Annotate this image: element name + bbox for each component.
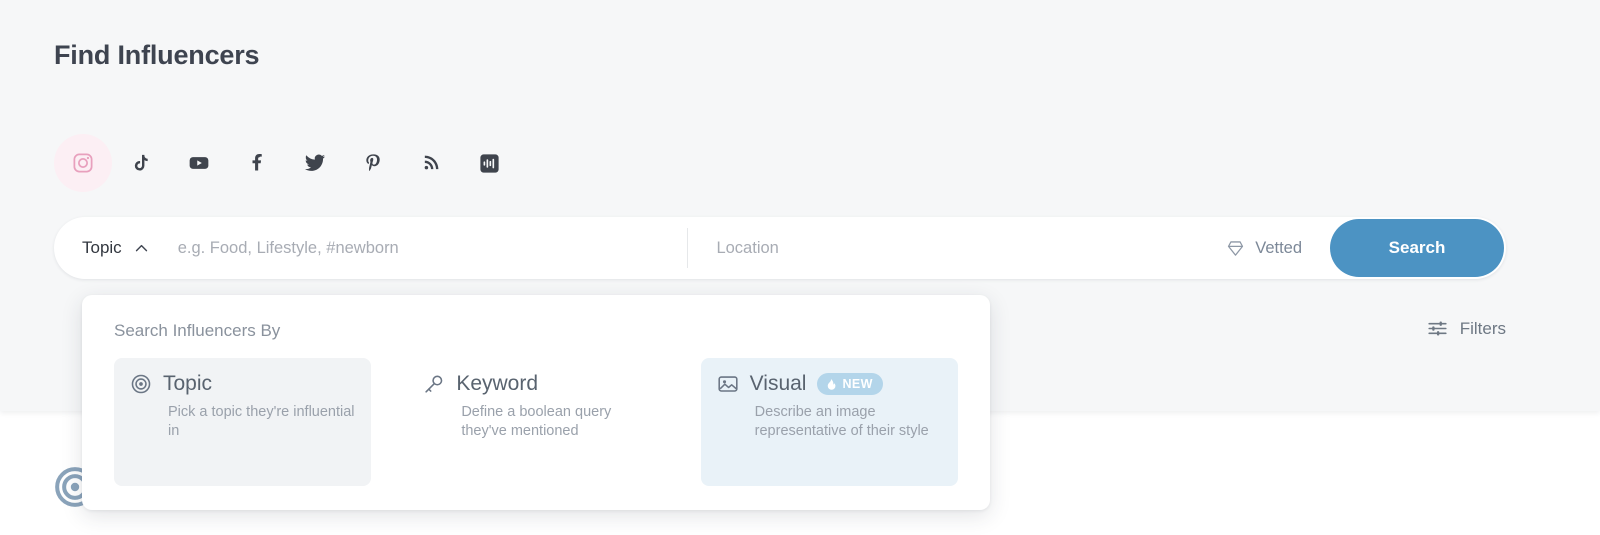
location-input[interactable] <box>716 228 1227 268</box>
search-divider <box>687 228 689 268</box>
network-button-podcast[interactable] <box>460 134 518 192</box>
search-bar: Topic Vetted Search <box>54 217 1506 279</box>
option-header-keyword: Keyword <box>423 372 648 396</box>
topic-input[interactable] <box>177 228 688 268</box>
tiktok-icon <box>134 154 148 171</box>
option-description-keyword: Define a boolean query they've mentioned <box>461 404 612 440</box>
network-button-twitter[interactable] <box>286 134 344 192</box>
search-mode-selector[interactable]: Topic <box>54 238 150 258</box>
target-icon <box>131 374 151 394</box>
network-selector <box>54 134 518 192</box>
find-influencers-page: Find Influencers Topic e.g. Food, Lifest… <box>0 0 1600 535</box>
dropdown-title: Search Influencers By <box>114 321 281 340</box>
network-button-facebook[interactable] <box>228 134 286 192</box>
search-option-visual[interactable]: Visual NEW Describe an image representat… <box>700 358 958 486</box>
search-button[interactable]: Search <box>1330 219 1505 277</box>
network-button-pinterest[interactable] <box>344 134 402 192</box>
filters-button[interactable]: Filters <box>1427 318 1506 339</box>
chevron-up-icon <box>135 244 147 251</box>
vetted-toggle[interactable]: Vetted <box>1226 239 1302 258</box>
option-name-keyword: Keyword <box>456 372 539 395</box>
search-mode-label: Topic <box>82 238 122 257</box>
new-badge: NEW <box>817 373 883 395</box>
podcast-icon <box>479 153 499 173</box>
network-button-instagram[interactable] <box>54 134 112 192</box>
search-option-list: Topic Pick a topic they're influential i… <box>114 358 958 486</box>
key-icon <box>425 375 443 393</box>
search-by-dropdown: Search Influencers By Topic Pick a topic… <box>82 295 990 510</box>
option-header-visual: Visual NEW <box>717 372 942 396</box>
network-button-youtube[interactable] <box>170 134 228 192</box>
instagram-icon <box>73 153 93 173</box>
option-name-topic: Topic <box>163 372 213 395</box>
page-title: Find Influencers <box>54 40 260 70</box>
network-button-tiktok[interactable] <box>112 134 170 192</box>
filters-label: Filters <box>1459 318 1506 338</box>
twitter-icon <box>304 154 326 171</box>
facebook-icon <box>252 153 262 171</box>
pinterest-icon <box>366 154 380 171</box>
new-badge-text: NEW <box>842 377 873 391</box>
option-header-topic: Topic <box>130 372 355 396</box>
image-icon <box>718 376 738 392</box>
search-option-keyword[interactable]: Keyword Define a boolean query they've m… <box>407 358 664 486</box>
vetted-label: Vetted <box>1255 238 1303 257</box>
network-button-blog[interactable] <box>402 134 460 192</box>
sliders-icon <box>1428 321 1447 336</box>
search-option-topic[interactable]: Topic Pick a topic they're influential i… <box>114 358 372 486</box>
diamond-icon <box>1228 240 1244 256</box>
rss-icon <box>424 155 439 170</box>
option-description-topic: Pick a topic they're influential in <box>168 404 355 440</box>
flame-icon <box>828 378 836 390</box>
option-description-visual: Describe an image representative of thei… <box>754 404 929 440</box>
option-name-visual: Visual <box>749 372 807 395</box>
youtube-icon <box>189 157 209 169</box>
